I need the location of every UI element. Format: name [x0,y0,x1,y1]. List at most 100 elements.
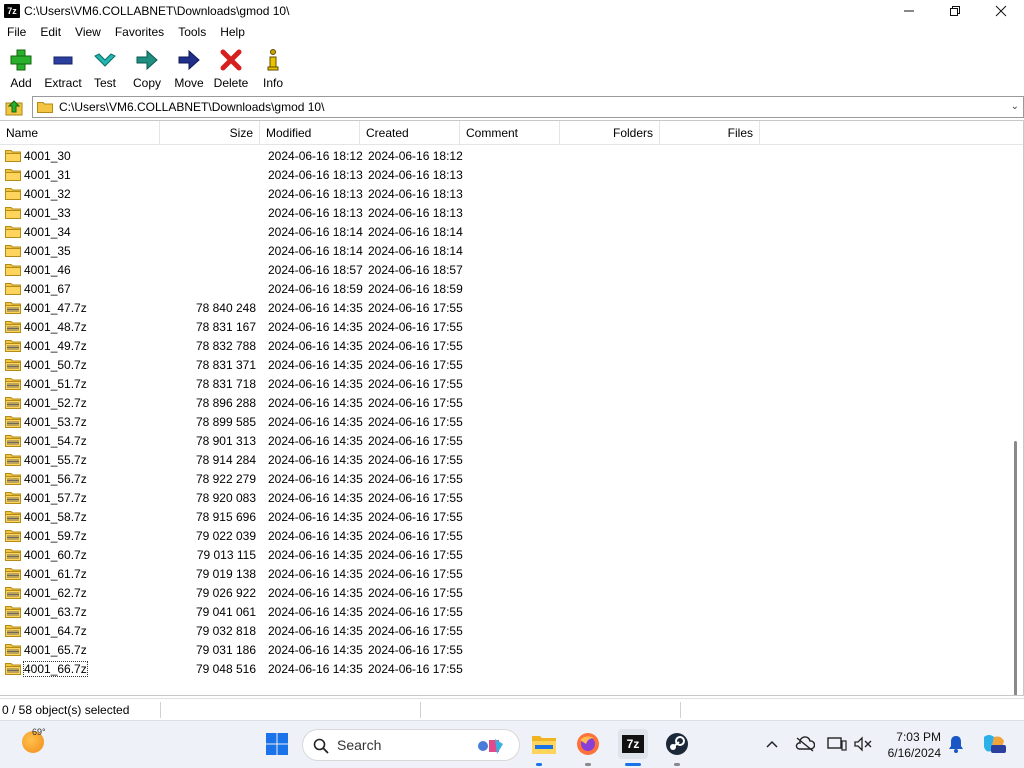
maximize-button[interactable] [932,0,978,22]
file-row[interactable]: 4001_30 2024-06-16 18:12 2024-06-16 18:12 [0,146,1010,165]
network-tray-button[interactable] [825,733,849,755]
menu-help[interactable]: Help [213,22,252,42]
archive-icon [5,321,21,333]
file-row[interactable]: 4001_60.7z 79 013 115 2024-06-16 14:35 2024… [0,545,1010,564]
file-row[interactable]: 4001_52.7z 78 896 288 2024-06-16 14:35 2024… [0,393,1010,412]
file-explorer-button[interactable] [531,731,557,757]
plus-icon [8,47,34,73]
file-row[interactable]: 4001_50.7z 78 831 371 2024-06-16 14:35 2024… [0,355,1010,374]
file-modified: 2024-06-16 14:35 [268,414,363,429]
menu-view[interactable]: View [68,22,108,42]
chevron-down-icon[interactable]: ⌄ [1011,101,1019,112]
delete-button[interactable]: Delete [210,44,252,92]
column-header-modified[interactable]: Modified [260,121,360,145]
file-row[interactable]: 4001_67 2024-06-16 18:59 2024-06-16 18:59 [0,279,1010,298]
file-row[interactable]: 4001_66.7z 79 048 516 2024-06-16 14:35 2024… [0,659,1010,678]
folder-icon [37,102,53,113]
file-row[interactable]: 4001_48.7z 78 831 167 2024-06-16 14:35 2024… [0,317,1010,336]
file-row[interactable]: 4001_61.7z 79 019 138 2024-06-16 14:35 2024… [0,564,1010,583]
cloud-offline-icon [795,736,815,752]
file-modified: 2024-06-16 18:14 [268,224,363,239]
archive-icon [5,454,21,466]
address-path-input[interactable]: C:\Users\VM6.COLLABNET\Downloads\gmod 10… [32,96,1024,118]
clock-date: 6/16/2024 [887,746,941,760]
copilot-button[interactable] [980,733,1008,755]
menu-edit[interactable]: Edit [33,22,68,42]
archive-icon [5,663,21,675]
file-modified: 2024-06-16 14:35 [268,642,363,657]
file-row[interactable]: 4001_32 2024-06-16 18:13 2024-06-16 18:13 [0,184,1010,203]
file-row[interactable]: 4001_35 2024-06-16 18:14 2024-06-16 18:14 [0,241,1010,260]
scrollbar-thumb[interactable] [1014,441,1017,695]
file-row[interactable]: 4001_64.7z 79 032 818 2024-06-16 14:35 2024… [0,621,1010,640]
column-header-comment[interactable]: Comment [460,121,560,145]
up-folder-button[interactable] [3,97,25,117]
file-row[interactable]: 4001_53.7z 78 899 585 2024-06-16 14:35 2024… [0,412,1010,431]
file-row[interactable]: 4001_31 2024-06-16 18:13 2024-06-16 18:13 [0,165,1010,184]
info-button[interactable]: Info [252,44,294,92]
menu-file[interactable]: File [0,22,33,42]
file-name: 4001_32 [24,186,71,201]
column-header-folders[interactable]: Folders [560,121,660,145]
weather-temperature: 69° [32,727,46,737]
file-row[interactable]: 4001_58.7z 78 915 696 2024-06-16 14:35 2024… [0,507,1010,526]
file-modified: 2024-06-16 14:35 [268,509,363,524]
file-row[interactable]: 4001_56.7z 78 922 279 2024-06-16 14:35 2024… [0,469,1010,488]
file-row[interactable]: 4001_54.7z 78 901 313 2024-06-16 14:35 2024… [0,431,1010,450]
tray-overflow-button[interactable] [760,733,784,755]
move-button[interactable]: Move [168,44,210,92]
file-row[interactable]: 4001_63.7z 79 041 061 2024-06-16 14:35 2024… [0,602,1010,621]
file-name: 4001_54.7z [24,433,87,448]
onedrive-tray-button[interactable] [793,733,817,755]
monitor-icon [827,737,847,751]
taskbar-search[interactable]: Search [302,729,520,761]
file-size: 79 032 818 [195,623,256,638]
file-size: 79 022 039 [195,528,256,543]
file-created: 2024-06-16 17:55 [368,547,463,562]
column-header-files[interactable]: Files [660,121,760,145]
file-row[interactable]: 4001_55.7z 78 914 284 2024-06-16 14:35 2024… [0,450,1010,469]
file-size: 78 896 288 [195,395,256,410]
close-button[interactable] [978,0,1024,22]
file-row[interactable]: 4001_65.7z 79 031 186 2024-06-16 14:35 2024… [0,640,1010,659]
column-header-name[interactable]: Name [0,121,160,145]
file-row[interactable]: 4001_59.7z 79 022 039 2024-06-16 14:35 2024… [0,526,1010,545]
column-header-created[interactable]: Created [360,121,460,145]
file-row[interactable]: 4001_33 2024-06-16 18:13 2024-06-16 18:13 [0,203,1010,222]
test-button[interactable]: Test [84,44,126,92]
file-modified: 2024-06-16 18:59 [268,281,363,296]
file-name: 4001_46 [24,262,71,277]
start-button[interactable] [264,731,290,757]
file-name-cell: 4001_47.7z [0,301,160,315]
file-modified: 2024-06-16 14:35 [268,623,363,638]
firefox-running-indicator [585,763,591,766]
menu-favorites[interactable]: Favorites [108,22,171,42]
file-row[interactable]: 4001_57.7z 78 920 083 2024-06-16 14:35 2024… [0,488,1010,507]
menu-tools[interactable]: Tools [171,22,213,42]
file-name-cell: 4001_65.7z [0,643,160,657]
file-row[interactable]: 4001_47.7z 78 840 248 2024-06-16 14:35 2024… [0,298,1010,317]
file-row[interactable]: 4001_34 2024-06-16 18:14 2024-06-16 18:14 [0,222,1010,241]
folder-icon [5,226,21,238]
folder-icon [5,188,21,200]
file-name: 4001_34 [24,224,71,239]
vertical-scrollbar[interactable] [1009,146,1023,695]
column-header-size[interactable]: Size [160,121,260,145]
close-icon [995,5,1007,17]
extract-button[interactable]: Extract [42,44,84,92]
firefox-button[interactable] [575,731,601,757]
steam-button[interactable] [664,731,690,757]
file-row[interactable]: 4001_46 2024-06-16 18:57 2024-06-16 18:57 [0,260,1010,279]
copy-label: Copy [132,76,161,90]
file-row[interactable]: 4001_49.7z 78 832 788 2024-06-16 14:35 2024… [0,336,1010,355]
file-rows: 4001_30 2024-06-16 18:12 2024-06-16 18:12 4… [0,146,1010,678]
file-row[interactable]: 4001_51.7z 78 831 718 2024-06-16 14:35 2024… [0,374,1010,393]
file-row[interactable]: 4001_62.7z 79 026 922 2024-06-16 14:35 2024… [0,583,1010,602]
7zip-taskbar-button[interactable]: 7z [618,729,648,759]
taskbar-clock[interactable]: 7:03 PM 6/16/2024 [857,729,941,761]
minimize-button[interactable] [886,0,932,22]
file-list[interactable]: Name Size Modified Created Comment Folde… [0,120,1024,696]
copy-button[interactable]: Copy [126,44,168,92]
notifications-button[interactable] [944,733,968,755]
add-button[interactable]: Add [0,44,42,92]
